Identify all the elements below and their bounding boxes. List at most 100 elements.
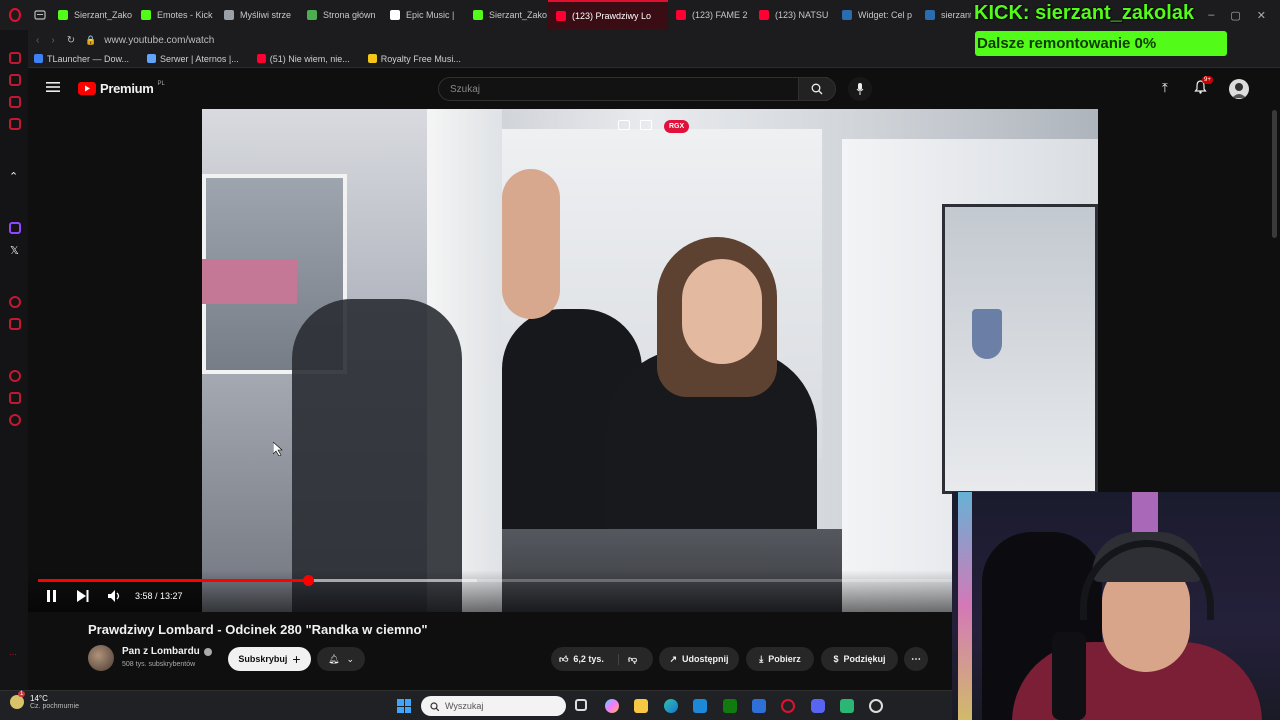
- notifications-button[interactable]: 9+: [1194, 76, 1213, 99]
- obs-icon[interactable]: [869, 699, 883, 713]
- browser-tab[interactable]: Epic Music |: [382, 0, 465, 30]
- progress-scrubber[interactable]: [302, 575, 314, 586]
- miniplayer-icon[interactable]: [618, 120, 630, 130]
- search-icon: [430, 701, 439, 711]
- cast-icon[interactable]: [640, 120, 652, 130]
- settings-icon[interactable]: [9, 414, 21, 426]
- progress-bar[interactable]: [38, 575, 952, 586]
- tab-favicon-icon: [759, 10, 769, 20]
- extensions-icon[interactable]: [9, 392, 21, 404]
- thanks-button[interactable]: $ Podziękuj: [821, 647, 898, 671]
- channel-name[interactable]: Pan z Lombardu: [122, 646, 200, 657]
- pause-icon[interactable]: [47, 590, 56, 602]
- subscriber-count: 508 tys. subskrybentów: [122, 661, 196, 668]
- browser-tab[interactable]: sierzant: [917, 0, 971, 30]
- rgx-badge[interactable]: RGX: [664, 120, 690, 133]
- channel-avatar[interactable]: [88, 645, 114, 671]
- visual-studio-icon[interactable]: [752, 699, 766, 713]
- hamburger-menu-icon[interactable]: [46, 80, 60, 98]
- sidebar-item-icon[interactable]: [9, 118, 21, 130]
- notification-bell-button[interactable]: 🔔︎ ⌄: [317, 647, 365, 671]
- like-button[interactable]: 👍︎ 6,2 tys.: [551, 653, 619, 665]
- volume-icon[interactable]: [108, 590, 122, 602]
- opera-menu-icon[interactable]: [0, 0, 30, 30]
- reload-icon[interactable]: ↻: [67, 35, 75, 46]
- forward-icon[interactable]: ›: [51, 35, 54, 46]
- start-button[interactable]: [397, 699, 411, 713]
- minimize-icon[interactable]: –: [1208, 9, 1214, 22]
- download-label: Pobierz: [768, 654, 801, 664]
- sidebar-item-icon[interactable]: [9, 74, 21, 86]
- twitch-icon[interactable]: [9, 222, 21, 234]
- browser-tab[interactable]: (123) FAME 2: [668, 0, 751, 30]
- bookmark-item[interactable]: Serwer | Aternos |...: [147, 54, 239, 64]
- copilot-icon[interactable]: [605, 699, 619, 713]
- account-avatar[interactable]: [1229, 79, 1249, 99]
- sidebar-item-icon[interactable]: [9, 96, 21, 108]
- xbox-icon[interactable]: [723, 699, 737, 713]
- store-icon[interactable]: [693, 699, 707, 713]
- back-icon[interactable]: ‹: [36, 35, 39, 46]
- search-input[interactable]: Szukaj: [450, 84, 807, 95]
- app-icon[interactable]: [840, 699, 854, 713]
- browser-tab[interactable]: Emotes - Kick: [133, 0, 216, 30]
- browser-tab[interactable]: Myśliwi strze: [216, 0, 299, 30]
- verified-icon: [204, 648, 212, 656]
- download-icon: ⤓: [759, 653, 764, 664]
- search-box[interactable]: Szukaj: [438, 77, 828, 101]
- video-frame-logo-sticker: [972, 309, 1002, 359]
- side-scrollbar[interactable]: [1272, 110, 1277, 238]
- bell-icon: 🔔︎: [328, 653, 340, 664]
- subscribe-label: Subskrybuj: [238, 654, 288, 664]
- search-icon: [811, 83, 823, 95]
- weather-widget[interactable]: 1 14°C Cz. pochmurnie: [10, 691, 79, 710]
- sidebar-item-icon[interactable]: [9, 296, 21, 308]
- task-view-icon[interactable]: [575, 699, 587, 711]
- browser-tab[interactable]: Widget: Cel p: [834, 0, 917, 30]
- upload-icon[interactable]: ⤒: [1162, 80, 1168, 96]
- browser-tab[interactable]: Sierzant_Zako: [465, 0, 548, 30]
- tab-menu-icon[interactable]: [30, 0, 50, 30]
- voice-search-button[interactable]: [848, 77, 872, 101]
- aria-icon[interactable]: ⌃: [9, 170, 18, 183]
- webcam-mic: [1052, 632, 1086, 720]
- tab-label: (123) Prawdziwy Lo: [572, 11, 652, 21]
- edge-icon[interactable]: [664, 699, 678, 713]
- browser-tab[interactable]: (123) Prawdziwy Lo: [548, 0, 668, 30]
- browser-tab[interactable]: Sierzant_Zako: [50, 0, 133, 30]
- sidebar-item-icon[interactable]: [9, 52, 21, 64]
- region-code: PL: [157, 80, 165, 87]
- video-frame-glass-right: [942, 204, 1098, 494]
- taskbar-search[interactable]: Wyszukaj: [421, 696, 566, 716]
- video-frame-person-left: [292, 299, 462, 612]
- close-icon[interactable]: ✕: [1257, 9, 1266, 22]
- maximize-icon[interactable]: ▢: [1230, 9, 1240, 22]
- search-button[interactable]: [798, 77, 836, 101]
- browser-tab[interactable]: Strona główn: [299, 0, 382, 30]
- url-field[interactable]: www.youtube.com/watch: [104, 35, 214, 46]
- bookmark-item[interactable]: TLauncher — Dow...: [34, 54, 129, 64]
- tab-label: Widget: Cel p: [858, 10, 913, 20]
- file-explorer-icon[interactable]: [634, 699, 648, 713]
- x-twitter-icon[interactable]: 𝕏: [10, 244, 19, 257]
- window-controls[interactable]: – ▢ ✕: [1208, 9, 1280, 22]
- discord-icon[interactable]: [811, 699, 825, 713]
- more-icon[interactable]: ⋯: [9, 650, 17, 659]
- taskbar-search-input[interactable]: Wyszukaj: [445, 701, 483, 711]
- tab-favicon-icon: [224, 10, 234, 20]
- bookmark-item[interactable]: (51) Nie wiem, nie...: [256, 54, 350, 64]
- bookmark-item[interactable]: Royalty Free Musi...: [367, 54, 461, 64]
- tab-favicon-icon: [676, 10, 686, 20]
- sidebar-item-icon[interactable]: [9, 318, 21, 330]
- subscribe-button[interactable]: Subskrybuj +: [228, 647, 311, 671]
- browser-tab[interactable]: (123) NATSU: [751, 0, 834, 30]
- youtube-logo[interactable]: Premium PL: [78, 81, 165, 96]
- video-time: 3:58 / 13:27: [135, 591, 183, 601]
- opera-icon[interactable]: [781, 699, 795, 713]
- dislike-button[interactable]: 👎︎: [619, 654, 637, 665]
- history-icon[interactable]: [9, 370, 21, 382]
- share-button[interactable]: ↗ Udostępnij: [659, 647, 739, 671]
- download-button[interactable]: ⤓ Pobierz: [746, 647, 814, 671]
- next-video-icon[interactable]: [77, 590, 89, 602]
- more-actions-button[interactable]: ⋯: [904, 647, 928, 671]
